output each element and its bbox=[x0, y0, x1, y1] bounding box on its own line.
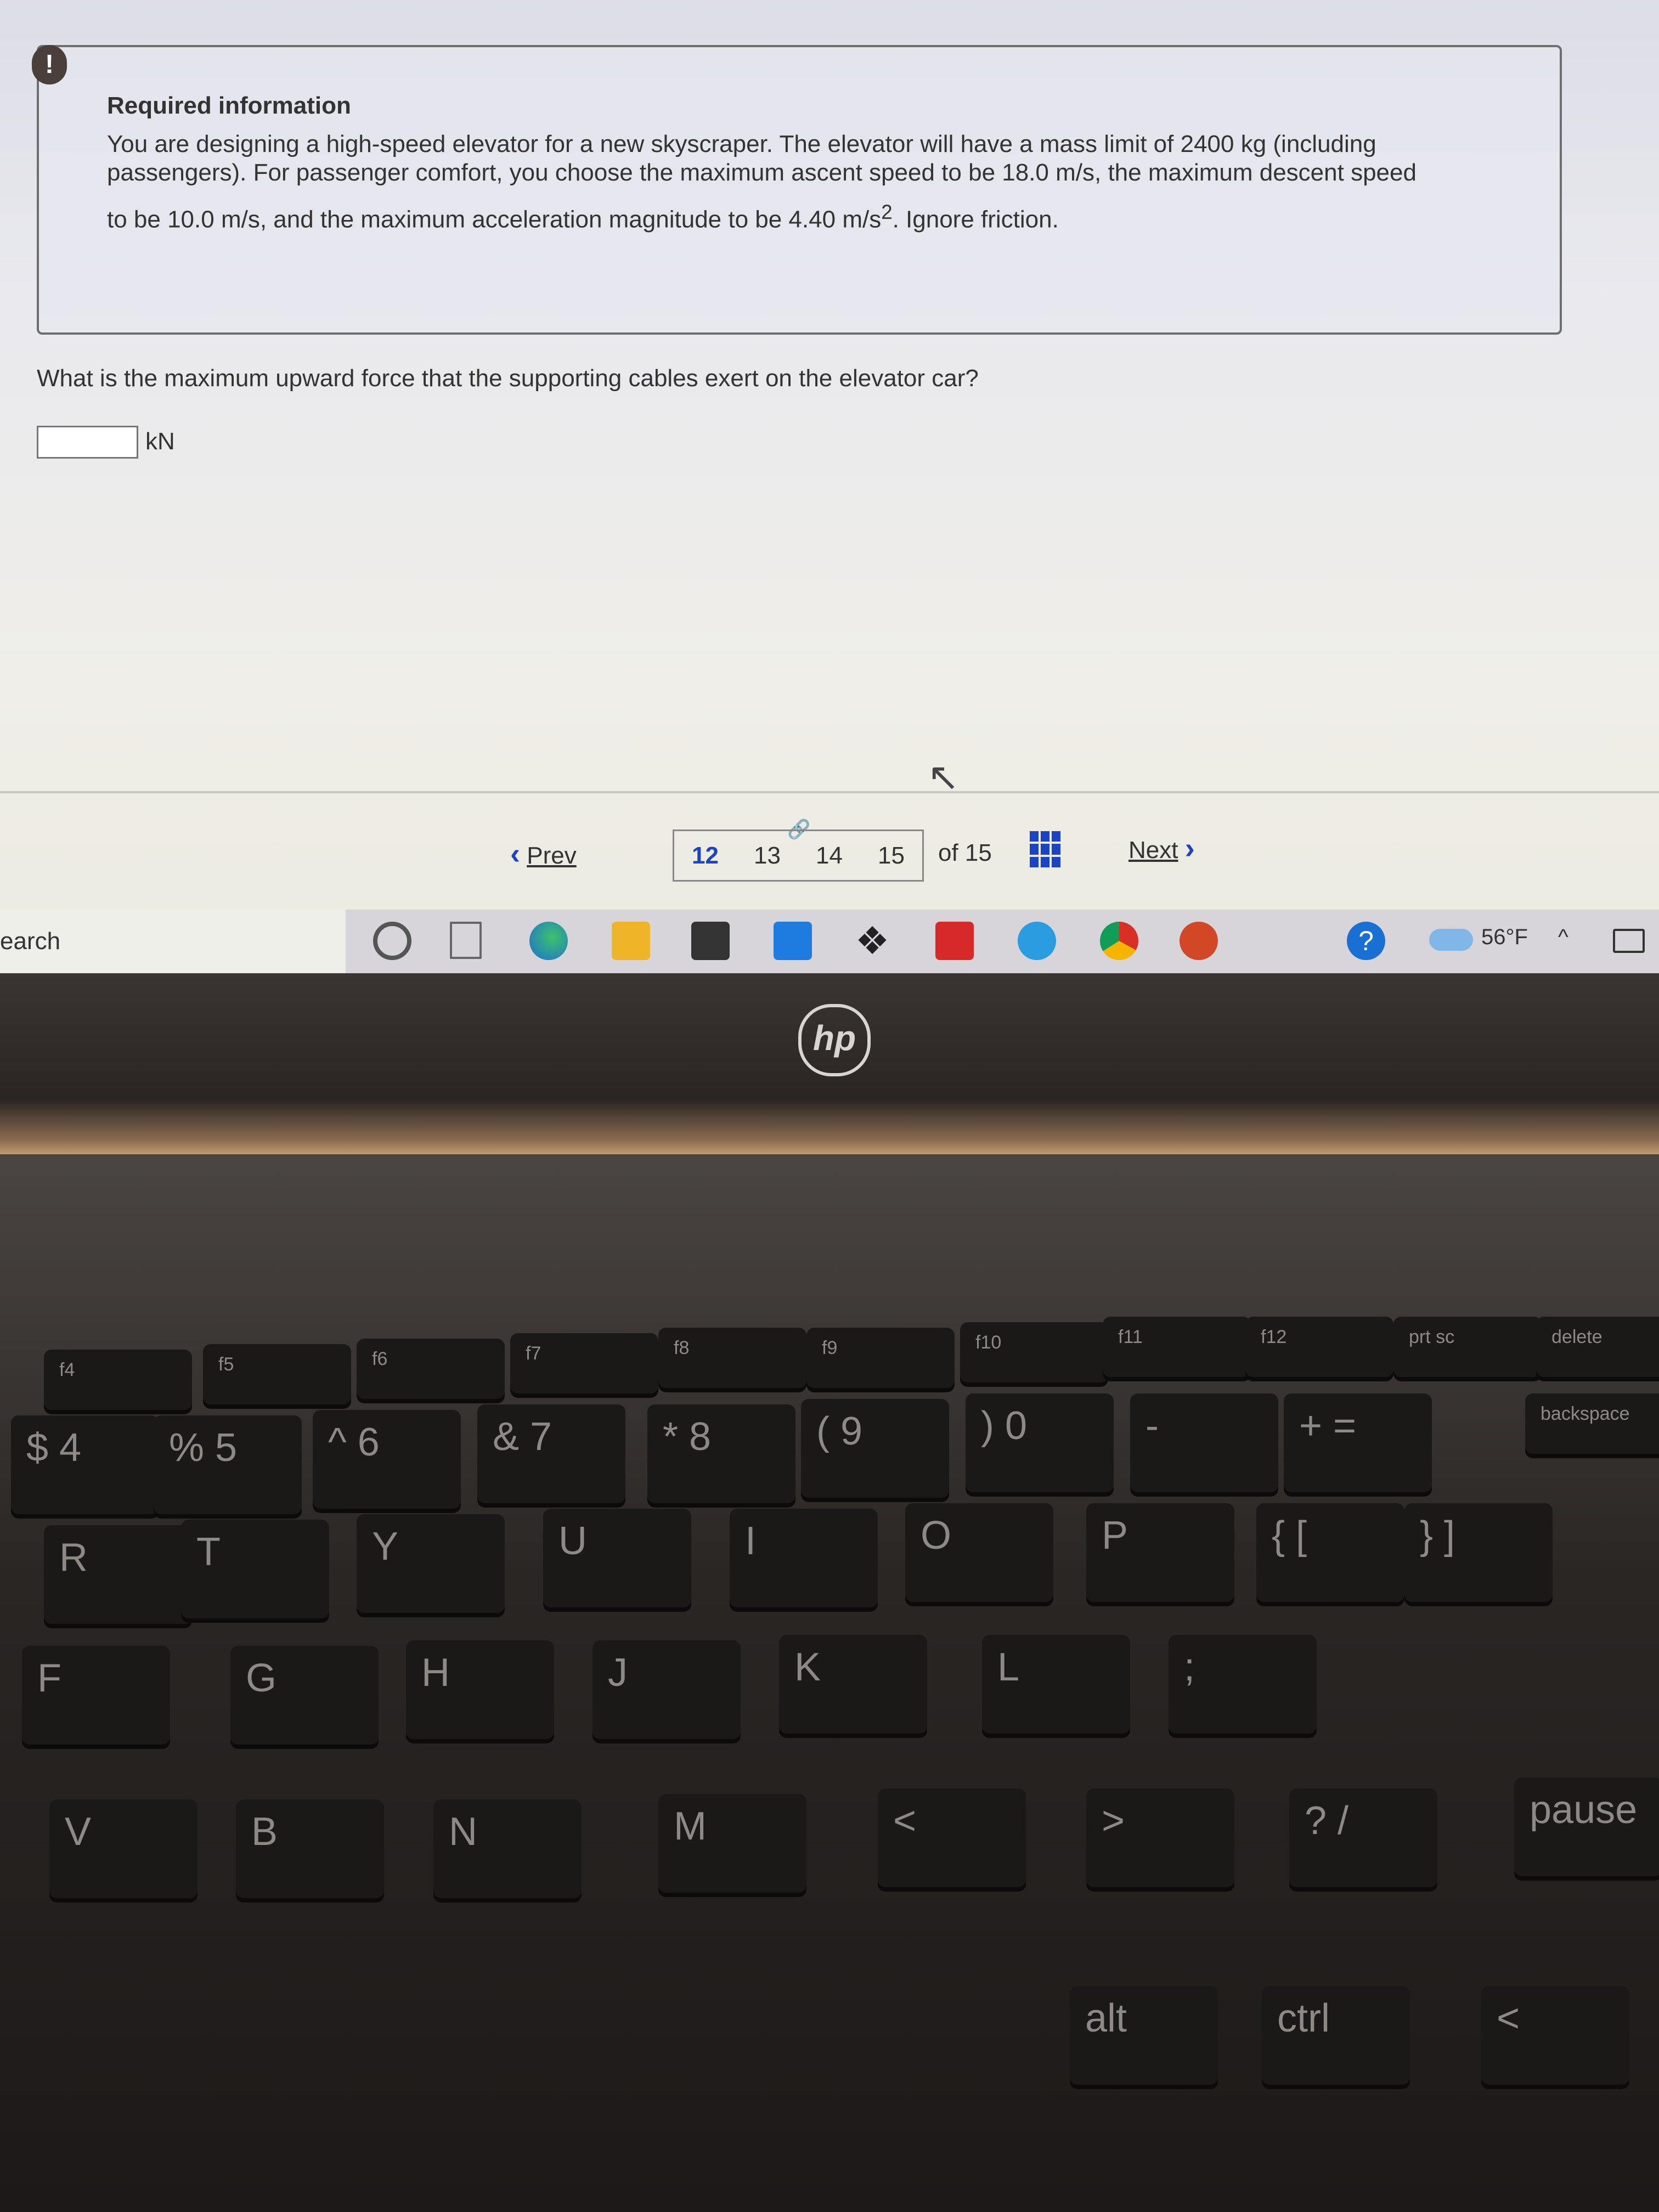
temperature[interactable]: 56°F bbox=[1481, 925, 1528, 950]
key-b: B bbox=[236, 1799, 384, 1898]
key-o: O bbox=[905, 1503, 1053, 1602]
key-: > bbox=[1086, 1788, 1234, 1887]
required-information-box bbox=[37, 45, 1562, 335]
page-15[interactable]: 15 bbox=[878, 842, 905, 870]
red-app-icon[interactable] bbox=[935, 922, 974, 960]
page-count: of 15 bbox=[938, 839, 992, 866]
key-7: & 7 bbox=[477, 1404, 625, 1503]
key-f: F bbox=[22, 1646, 170, 1745]
edge-icon[interactable] bbox=[529, 922, 568, 960]
page-14[interactable]: 14 bbox=[816, 842, 843, 870]
taskbar: earch ❖ ? 56°F ^ bbox=[0, 910, 1659, 973]
key-m: M bbox=[658, 1794, 806, 1893]
key-8: * 8 bbox=[647, 1404, 795, 1503]
info-line: You are designing a high-speed elevator … bbox=[107, 131, 1376, 157]
info-line-text: to be 10.0 m/s, and the maximum accelera… bbox=[107, 206, 882, 233]
key-backspace: backspace bbox=[1525, 1393, 1659, 1454]
key-g: G bbox=[230, 1646, 379, 1745]
key-delete: delete bbox=[1536, 1317, 1659, 1377]
key-k: K bbox=[779, 1635, 927, 1734]
key-: < bbox=[878, 1788, 1026, 1887]
key-: ; bbox=[1169, 1635, 1317, 1734]
key-f12: f12 bbox=[1245, 1317, 1393, 1377]
key-i: I bbox=[730, 1509, 878, 1607]
key-f9: f9 bbox=[806, 1328, 955, 1388]
info-line: passengers). For passenger comfort, you … bbox=[107, 159, 1417, 186]
key-prt-sc: prt sc bbox=[1393, 1317, 1542, 1377]
key-p: P bbox=[1086, 1503, 1234, 1602]
key-r: R bbox=[44, 1525, 192, 1624]
prev-label: Prev bbox=[527, 842, 577, 869]
key-y: Y bbox=[357, 1514, 505, 1613]
divider bbox=[0, 791, 1659, 793]
key-f4: f4 bbox=[44, 1350, 192, 1410]
task-view-icon[interactable] bbox=[450, 922, 482, 959]
battery-icon[interactable] bbox=[1613, 929, 1645, 953]
key-f6: f6 bbox=[357, 1339, 505, 1399]
key-pause: pause bbox=[1514, 1778, 1659, 1876]
screen: ! Required information You are designing… bbox=[0, 0, 1659, 977]
key-t: T bbox=[181, 1520, 329, 1618]
info-line-end: . Ignore friction. bbox=[892, 206, 1059, 233]
hp-logo: hp bbox=[798, 1004, 871, 1076]
key-f7: f7 bbox=[510, 1333, 658, 1393]
key-f11: f11 bbox=[1103, 1317, 1251, 1377]
key-6: ^ 6 bbox=[313, 1410, 461, 1509]
key-5: % 5 bbox=[154, 1415, 302, 1514]
chrome-icon[interactable] bbox=[1100, 922, 1138, 960]
help-icon[interactable]: ? bbox=[1347, 922, 1385, 960]
next-label: Next bbox=[1128, 837, 1178, 864]
key-: { [ bbox=[1256, 1503, 1404, 1602]
microsoft-store-icon[interactable] bbox=[691, 922, 730, 960]
key-alt: alt bbox=[1070, 1986, 1218, 2085]
page-selector: 12 13 14 15 bbox=[673, 830, 924, 882]
key-9: ( 9 bbox=[801, 1399, 949, 1498]
key-h: H bbox=[406, 1640, 554, 1739]
superscript: 2 bbox=[881, 201, 893, 223]
question-text: What is the maximum upward force that th… bbox=[37, 365, 979, 392]
file-explorer-icon[interactable] bbox=[612, 922, 650, 960]
key-: + = bbox=[1284, 1393, 1432, 1492]
key-u: U bbox=[543, 1509, 691, 1607]
key-: - bbox=[1130, 1393, 1278, 1492]
key-ctrl: ctrl bbox=[1262, 1986, 1410, 2085]
key-j: J bbox=[592, 1640, 741, 1739]
info-title: Required information bbox=[107, 92, 351, 119]
key-v: V bbox=[49, 1799, 198, 1898]
cortana-circle-icon[interactable] bbox=[373, 922, 411, 960]
powerpoint-icon[interactable] bbox=[1180, 922, 1218, 960]
chevron-left-icon: ‹ bbox=[510, 837, 520, 870]
info-line: to be 10.0 m/s, and the maximum accelera… bbox=[107, 201, 1059, 234]
key-l: L bbox=[982, 1635, 1130, 1734]
key-: ? / bbox=[1289, 1788, 1437, 1887]
key-4: $ 4 bbox=[11, 1415, 159, 1514]
page-13[interactable]: 13 bbox=[754, 842, 781, 870]
key-: < bbox=[1481, 1986, 1629, 2085]
key-f5: f5 bbox=[203, 1344, 351, 1404]
grid-view-icon[interactable] bbox=[1030, 831, 1060, 867]
next-button[interactable]: Next › bbox=[1128, 831, 1195, 886]
key-: } ] bbox=[1404, 1503, 1553, 1602]
chevron-right-icon: › bbox=[1184, 832, 1195, 865]
page-12[interactable]: 12 bbox=[692, 842, 719, 870]
key-n: N bbox=[433, 1799, 582, 1898]
taskbar-search[interactable]: earch bbox=[0, 910, 346, 973]
answer-input[interactable] bbox=[37, 426, 138, 459]
dropbox-icon[interactable]: ❖ bbox=[853, 922, 891, 960]
key-0: ) 0 bbox=[966, 1393, 1114, 1492]
internet-explorer-icon[interactable] bbox=[1018, 922, 1056, 960]
chevron-up-icon[interactable]: ^ bbox=[1558, 925, 1568, 950]
prev-button[interactable]: ‹ Prev bbox=[510, 837, 577, 891]
key-f10: f10 bbox=[960, 1322, 1108, 1383]
weather-cloud-icon[interactable] bbox=[1429, 929, 1473, 951]
alert-icon: ! bbox=[32, 45, 67, 84]
unit-label: kN bbox=[145, 428, 175, 455]
mail-icon[interactable] bbox=[774, 922, 812, 960]
key-f8: f8 bbox=[658, 1328, 806, 1388]
